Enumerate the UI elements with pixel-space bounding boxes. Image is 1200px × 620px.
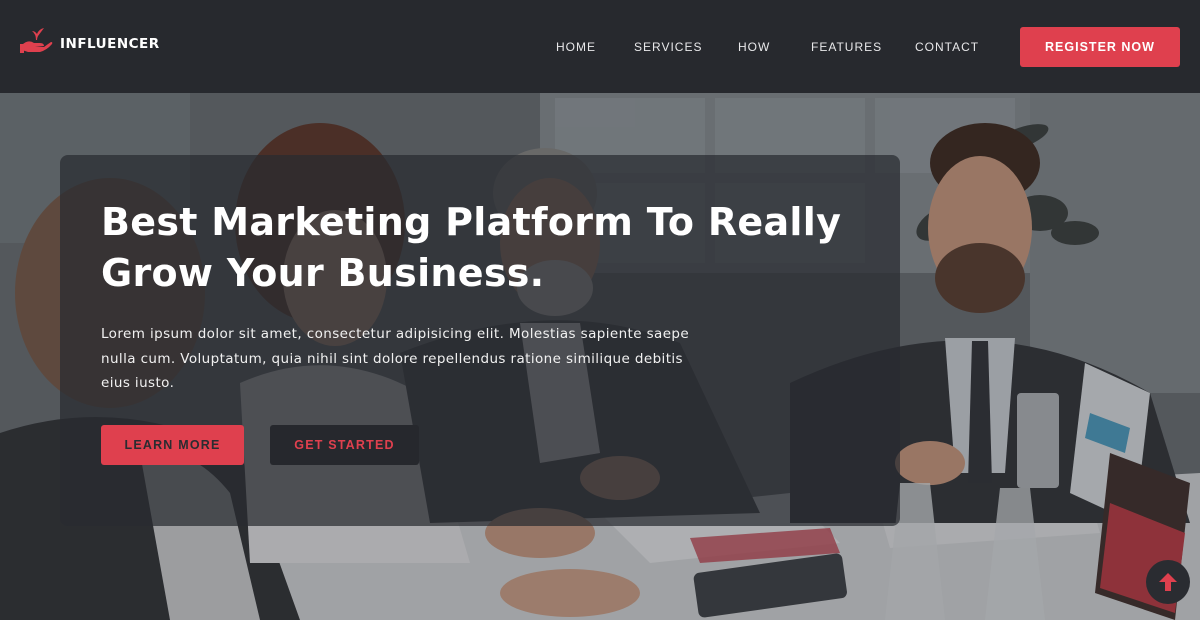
arrow-up-icon — [1159, 573, 1177, 591]
scroll-to-top-button[interactable] — [1146, 560, 1190, 604]
register-now-button[interactable]: REGISTER NOW — [1020, 27, 1180, 67]
get-started-button[interactable]: GET STARTED — [270, 425, 419, 465]
nav-home[interactable]: HOME — [556, 40, 596, 54]
nav-contact[interactable]: CONTACT — [915, 40, 979, 54]
hero-title: Best Marketing Platform To Really Grow Y… — [101, 197, 881, 299]
hero-description: Lorem ipsum dolor sit amet, consectetur … — [101, 326, 690, 391]
nav-features[interactable]: FEATURES — [811, 40, 882, 54]
learn-more-button[interactable]: LEARN MORE — [101, 425, 244, 465]
nav-services[interactable]: SERVICES — [634, 40, 702, 54]
hero-title-line2: Grow Your Business. — [101, 251, 545, 295]
nav-how[interactable]: HOW — [738, 40, 770, 54]
hero-title-line1: Best Marketing Platform To Really — [101, 200, 842, 244]
top-navbar: INFLUENCER HOME SERVICES HOW FEATURES CO… — [0, 0, 1200, 93]
